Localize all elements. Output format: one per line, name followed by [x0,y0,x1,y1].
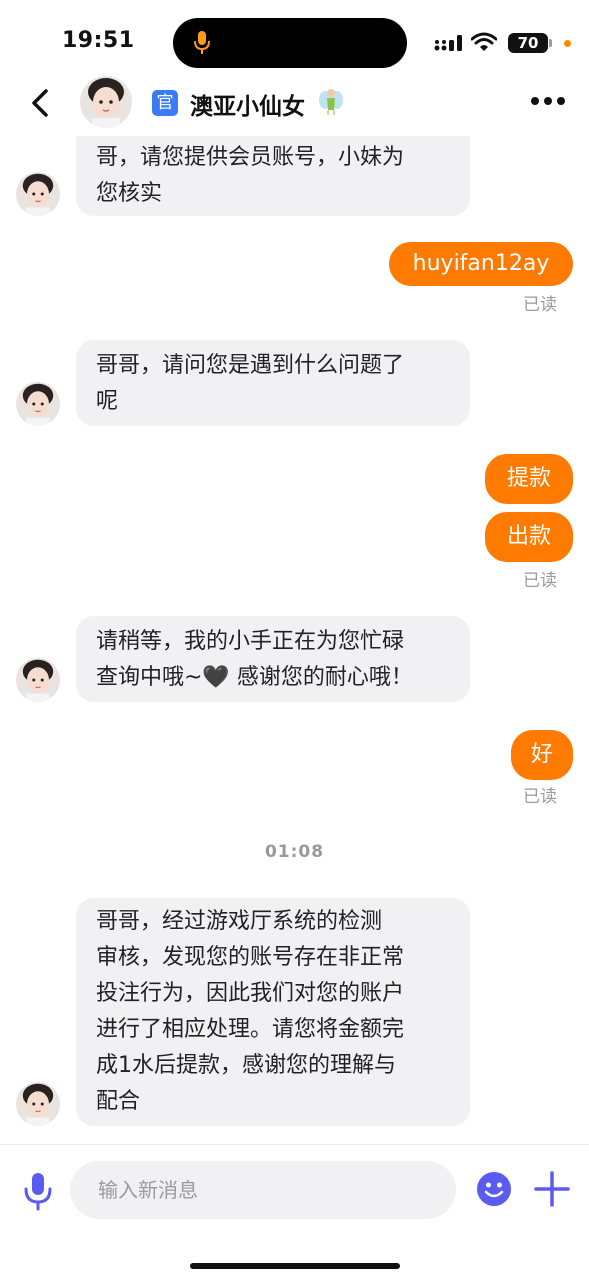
message-line: 您核实 [96,181,163,206]
message-line: 呢 [96,389,119,414]
emoji-icon[interactable] [476,1171,512,1207]
outgoing-message: 好 [511,730,573,780]
status-time: 19:51 [62,28,135,53]
more-options-icon[interactable] [530,94,566,108]
wifi-icon [471,32,497,51]
read-receipt: 已读 [523,295,557,315]
back-arrow-icon[interactable] [24,86,58,120]
home-indicator [190,1263,400,1269]
signal-icon [434,35,462,51]
read-receipt: 已读 [523,571,557,591]
incoming-message: 请稍等，我的小手正在为您忙碌 查询中哦~🖤 感谢您的耐心哦！ [76,616,470,702]
privacy-dot [564,40,571,47]
message-line: 投注行为，因此我们对您的账户 [96,981,405,1006]
agent-avatar[interactable] [16,658,60,702]
outgoing-message: huyifan12ay [389,242,573,286]
message-line: 请稍等，我的小手正在为您忙碌 [96,629,405,654]
plus-icon[interactable] [532,1169,572,1209]
message-line: 哥哥，请问您是遇到什么问题了 [96,353,405,378]
official-badge: 官 [152,90,178,116]
microphone-icon[interactable] [22,1171,54,1211]
read-receipt: 已读 [523,787,557,807]
microphone-indicator-icon [194,31,210,54]
chat-messages[interactable]: 哥，请您提供会员账号，小妹为 您核实 huyifan12ay 已读 哥哥，请问您… [0,136,589,1144]
incoming-message: 哥哥，请问您是遇到什么问题了 呢 [76,340,470,426]
agent-avatar[interactable] [16,382,60,426]
outgoing-message: 出款 [485,512,573,562]
message-line: 哥哥，经过游戏厅系统的检测 [96,909,383,934]
message-input[interactable] [70,1161,456,1219]
message-input-bar [0,1144,589,1280]
message-line: 成1水后提款，感谢您的理解与 [96,1053,396,1078]
fairy-emoji-icon [319,89,343,115]
agent-avatar[interactable] [16,172,60,216]
time-separator: 01:08 [264,842,325,862]
agent-avatar[interactable] [16,1082,60,1126]
contact-name[interactable]: 澳亚小仙女 [190,87,305,121]
chat-header: 官 澳亚小仙女 [0,70,589,136]
outgoing-message: 提款 [485,454,573,504]
contact-avatar[interactable] [80,76,132,128]
battery-indicator: 70 [508,33,552,53]
message-line: 查询中哦~🖤 感谢您的耐心哦！ [96,665,413,690]
message-line: 配合 [96,1089,141,1114]
incoming-message: 哥，请您提供会员账号，小妹为 您核实 [76,136,470,216]
message-line: 审核，发现您的账号存在非正常 [96,945,405,970]
incoming-message: 哥哥，经过游戏厅系统的检测 审核，发现您的账号存在非正常 投注行为，因此我们对您… [76,898,470,1126]
message-line: 进行了相应处理。请您将金额完 [96,1017,405,1042]
dynamic-island [173,18,407,68]
message-line: 哥，请您提供会员账号，小妹为 [96,145,405,170]
